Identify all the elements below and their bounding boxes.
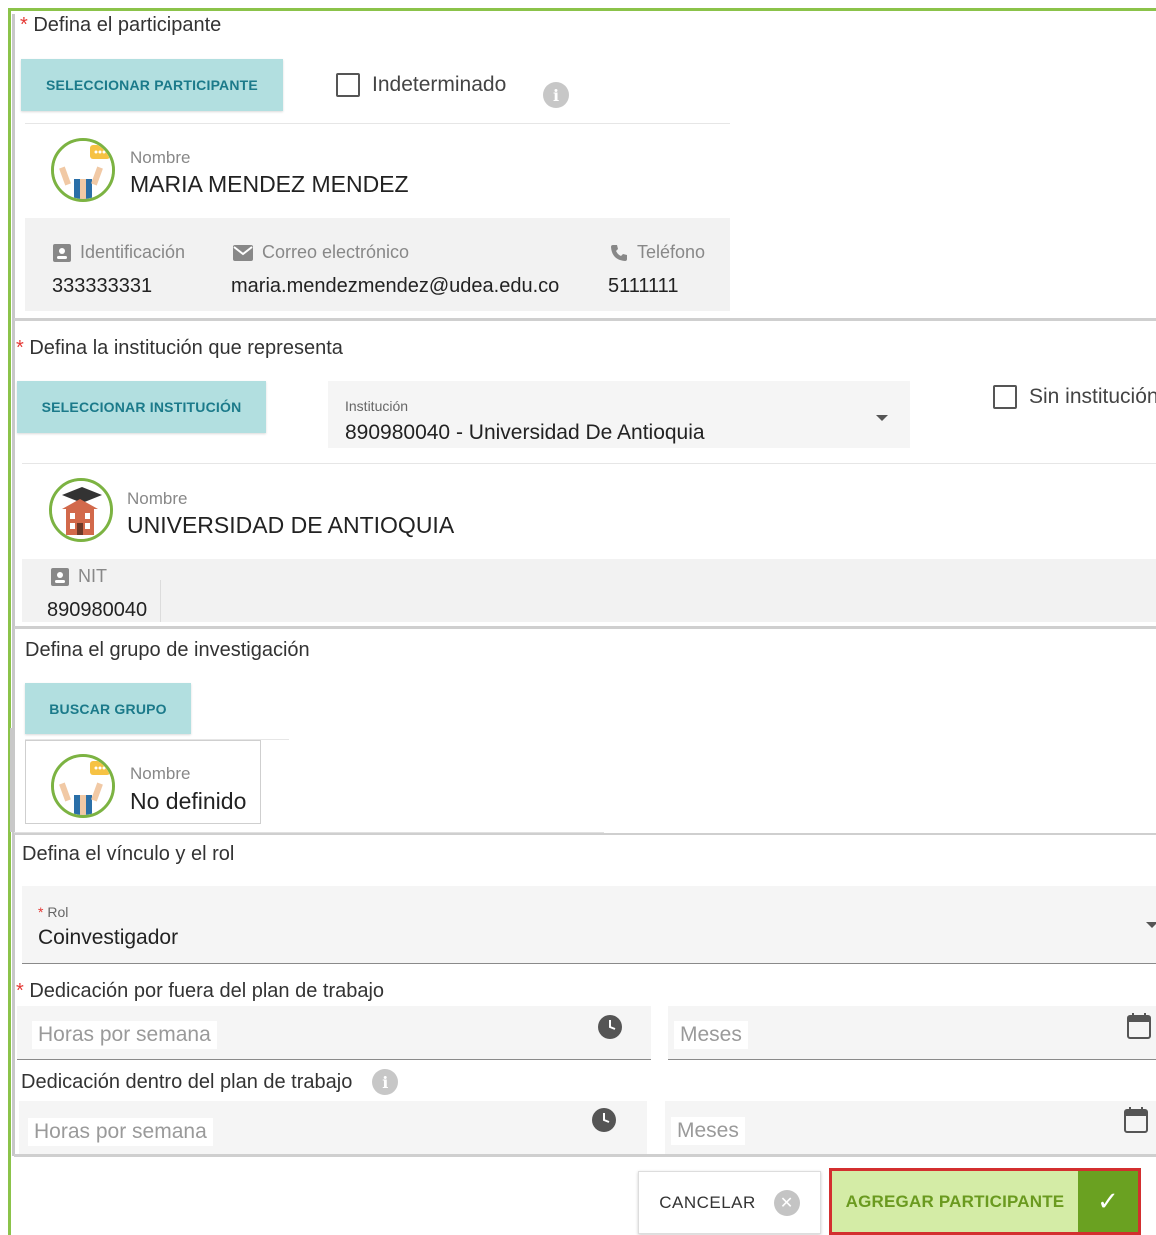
select-institution-button[interactable]: SELECCIONAR INSTITUCIÓN [17, 381, 266, 433]
no-institution-checkbox[interactable] [993, 385, 1017, 409]
university-avatar-icon [49, 478, 113, 542]
section-divider [14, 318, 1156, 321]
group-name: No definido [130, 788, 247, 814]
required-asterisk: * [20, 14, 28, 36]
cancel-button[interactable]: CANCELAR ✕ [638, 1171, 821, 1234]
person-avatar-icon [51, 138, 115, 202]
group-avatar-icon [51, 754, 115, 818]
calendar-icon [1127, 1013, 1151, 1039]
id-card-icon [51, 567, 69, 586]
participant-name-label: Nombre [130, 148, 191, 167]
inside-months-input[interactable]: Meses [665, 1101, 1156, 1155]
container-top-border [10, 8, 1156, 11]
role-select[interactable]: * Rol Coinvestigador [22, 886, 1156, 964]
check-icon: ✓ [1078, 1171, 1138, 1232]
dedication-inside-title: Dedicación dentro del plan de trabajo i [21, 1069, 399, 1095]
email-value: maria.mendezmendez@udea.edu.co [231, 275, 560, 297]
close-icon: ✕ [773, 1189, 800, 1216]
add-participant-button-highlight: AGREGAR PARTICIPANTE ✓ [829, 1168, 1141, 1235]
identification-label: Identificación [52, 242, 185, 263]
info-icon[interactable]: i [372, 1069, 399, 1095]
dropdown-arrow-icon [1146, 922, 1156, 928]
nit-label: NIT [50, 566, 107, 587]
select-participant-button[interactable]: SELECCIONAR PARTICIPANTE [21, 59, 283, 111]
envelope-icon [233, 244, 253, 261]
nit-value: 890980040 [47, 599, 148, 621]
role-section-title: Defina el vínculo y el rol [22, 843, 235, 865]
undetermined-checkbox-group[interactable]: Indeterminado [336, 73, 506, 97]
add-participant-button[interactable]: AGREGAR PARTICIPANTE ✓ [832, 1171, 1138, 1232]
outside-months-input[interactable]: Meses [668, 1006, 1156, 1060]
undetermined-checkbox[interactable] [336, 73, 360, 97]
no-institution-label: Sin institución [1029, 385, 1156, 408]
institution-select[interactable]: Institución 890980040 - Universidad De A… [328, 381, 910, 448]
info-icon[interactable]: i [543, 82, 569, 108]
role-select-value: Coinvestigador [38, 926, 179, 949]
no-institution-checkbox-group[interactable]: Sin institución [993, 385, 1156, 409]
inside-hours-input[interactable]: Horas por semana [19, 1101, 647, 1155]
clock-icon [598, 1015, 622, 1039]
group-name-label: Nombre [130, 764, 191, 783]
email-label: Correo electrónico [232, 242, 409, 263]
dropdown-arrow-icon [876, 415, 888, 421]
form-left-border [12, 14, 15, 1156]
id-card-icon [53, 243, 71, 262]
institution-name-label: Nombre [127, 489, 188, 508]
group-section-title: Defina el grupo de investigación [25, 639, 310, 661]
phone-label: Teléfono [609, 242, 705, 263]
section-divider [14, 626, 1156, 629]
phone-value: 5111111 [608, 275, 679, 297]
clock-icon [592, 1108, 616, 1132]
participant-name: MARIA MENDEZ MENDEZ [130, 171, 409, 197]
institution-name: UNIVERSIDAD DE ANTIOQUIA [127, 512, 455, 538]
calendar-icon [1124, 1107, 1148, 1133]
identification-value: 333333331 [52, 275, 153, 297]
section-divider [14, 833, 1156, 835]
institution-select-value: 890980040 - Universidad De Antioquia [345, 421, 705, 444]
search-group-button[interactable]: BUSCAR GRUPO [25, 683, 191, 734]
form-bottom-divider [14, 1154, 1156, 1157]
institution-section-title: * Defina la institución que representa [16, 337, 343, 359]
dedication-outside-title: * Dedicación por fuera del plan de traba… [16, 980, 385, 1002]
phone-icon [611, 244, 627, 261]
institution-card [22, 463, 1156, 559]
undetermined-label: Indeterminado [372, 73, 507, 96]
outside-hours-input[interactable]: Horas por semana [17, 1006, 651, 1060]
participant-section-title: * Defina el participante [20, 14, 222, 36]
container-left-border [8, 8, 11, 1235]
institution-details [22, 559, 1156, 622]
